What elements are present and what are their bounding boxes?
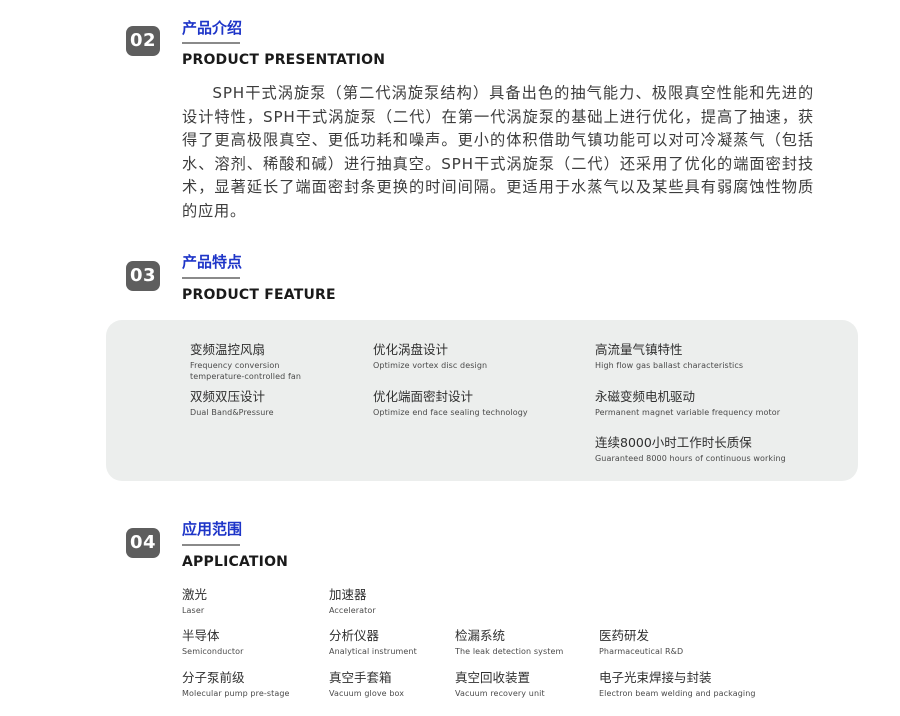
section-title-en-application: APPLICATION: [182, 554, 289, 570]
application-item: 激光 Laser: [182, 587, 207, 616]
application-item: 加速器 Accelerator: [329, 587, 376, 616]
feature-item-title: 高流量气镇特性: [595, 342, 683, 357]
feature-item-title: 优化端面密封设计: [373, 389, 474, 404]
feature-item: 变频温控风扇 Frequency conversion temperature-…: [190, 342, 301, 382]
application-item-title: 分子泵前级: [182, 670, 245, 685]
feature-item-title: 永磁变频电机驱动: [595, 389, 696, 404]
application-item: 分析仪器 Analytical instrument: [329, 628, 417, 657]
application-item-subtitle: Accelerator: [329, 606, 376, 615]
application-item-subtitle: Molecular pump pre-stage: [182, 689, 290, 698]
application-item-title: 医药研发: [599, 628, 650, 643]
application-item-subtitle: Laser: [182, 606, 205, 615]
application-item: 真空回收装置 Vacuum recovery unit: [455, 670, 545, 699]
section-number-badge-03: 03: [126, 261, 160, 291]
application-item-title: 半导体: [182, 628, 220, 643]
feature-item: 永磁变频电机驱动 Permanent magnet variable frequ…: [595, 389, 780, 418]
feature-item: 优化涡盘设计 Optimize vortex disc design: [373, 342, 487, 371]
application-item-subtitle: Semiconductor: [182, 647, 244, 656]
application-item-title: 分析仪器: [329, 628, 380, 643]
application-item: 电子光束焊接与封装 Electron beam welding and pack…: [599, 670, 756, 699]
application-item-subtitle: Electron beam welding and packaging: [599, 689, 756, 698]
section-title-rule: [182, 544, 240, 546]
application-item-subtitle: The leak detection system: [455, 647, 564, 656]
application-item-title: 电子光束焊接与封装: [599, 670, 712, 685]
feature-item-subtitle: High flow gas ballast characteristics: [595, 361, 744, 370]
section-title-cn-feature: 产品特点: [182, 253, 243, 271]
application-item-title: 激光: [182, 587, 208, 602]
application-item-title: 真空回收装置: [455, 670, 531, 685]
application-item-title: 加速器: [329, 587, 367, 602]
section-title-cn-presentation: 产品介绍: [182, 19, 243, 37]
application-item: 真空手套箱 Vacuum glove box: [329, 670, 404, 699]
application-item-title: 真空手套箱: [329, 670, 392, 685]
section-number-badge-02: 02: [126, 26, 160, 56]
application-item: 分子泵前级 Molecular pump pre-stage: [182, 670, 290, 699]
feature-item: 高流量气镇特性 High flow gas ballast characteri…: [595, 342, 743, 371]
section-title-en-presentation: PRODUCT PRESENTATION: [182, 52, 386, 68]
application-item: 半导体 Semiconductor: [182, 628, 244, 657]
feature-item: 双频双压设计 Dual Band&Pressure: [190, 389, 274, 418]
application-item-subtitle: Pharmaceutical R&D: [599, 647, 684, 656]
application-item-subtitle: Vacuum recovery unit: [455, 689, 545, 698]
application-item-subtitle: Vacuum glove box: [329, 689, 405, 698]
section-number-badge-04: 04: [126, 528, 160, 558]
feature-item-title: 优化涡盘设计: [373, 342, 449, 357]
section-title-en-feature: PRODUCT FEATURE: [182, 287, 336, 303]
feature-item-title: 变频温控风扇: [190, 342, 266, 357]
feature-item-subtitle: Guaranteed 8000 hours of continuous work…: [595, 454, 786, 463]
feature-item-subtitle: Optimize vortex disc design: [373, 361, 488, 370]
section-title-cn-application: 应用范围: [182, 520, 243, 538]
feature-item: 连续8000小时工作时长质保 Guaranteed 8000 hours of …: [595, 435, 786, 464]
application-item-subtitle: Analytical instrument: [329, 647, 417, 656]
application-item: 检漏系统 The leak detection system: [455, 628, 563, 657]
product-presentation-paragraph: SPH干式涡旋泵（第二代涡旋泵结构）具备出色的抽气能力、极限真空性能和先进的设计…: [182, 84, 815, 220]
feature-item-title: 连续8000小时工作时长质保: [595, 435, 752, 450]
feature-item: 优化端面密封设计 Optimize end face sealing techn…: [373, 389, 528, 418]
feature-item-subtitle-line2: temperature-controlled fan: [190, 372, 302, 381]
section-title-rule: [182, 277, 240, 279]
feature-item-subtitle: Dual Band&Pressure: [190, 408, 274, 417]
section-title-rule: [182, 42, 240, 44]
feature-item-subtitle: Permanent magnet variable frequency moto…: [595, 408, 781, 417]
feature-item-subtitle: Optimize end face sealing technology: [373, 408, 528, 417]
application-item-title: 检漏系统: [455, 628, 506, 643]
feature-item-title: 双频双压设计: [190, 389, 266, 404]
application-item: 医药研发 Pharmaceutical R&D: [599, 628, 683, 657]
feature-item-subtitle: Frequency conversion: [190, 361, 280, 370]
